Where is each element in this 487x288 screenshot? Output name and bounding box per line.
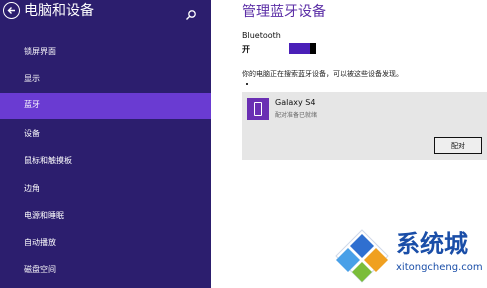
sidebar-item-mouse-touchpad[interactable]: 鼠标和触摸板 [0, 149, 211, 175]
sidebar-item-label: 磁盘空间 [24, 265, 56, 274]
watermark-logo-icon [335, 229, 389, 283]
device-status: 配对准备已就绪 [275, 112, 318, 119]
sidebar-item-power-sleep[interactable]: 电源和睡眠 [0, 204, 211, 230]
sidebar-item-label: 鼠标和触摸板 [24, 156, 72, 165]
sidebar-item-bluetooth[interactable]: 蓝牙 [0, 93, 211, 119]
sidebar-item-lock-screen[interactable]: 锁屏界面 [0, 40, 211, 66]
bluetooth-toggle[interactable] [289, 43, 316, 54]
pair-button[interactable]: 配对 [434, 137, 482, 154]
back-arrow-icon[interactable] [3, 2, 20, 19]
phone-outline [254, 102, 262, 116]
sidebar: 电脑和设备 锁屏界面 显示 蓝牙 设备 鼠标和触摸板 边角 电源和睡眠 自动播放… [0, 0, 211, 288]
device-item[interactable]: Galaxy S4 配对准备已就绪 配对 [242, 92, 487, 160]
bluetooth-state-text: 开 [242, 45, 250, 54]
sidebar-item-label: 设备 [24, 129, 40, 138]
bluetooth-label: Bluetooth [242, 31, 281, 40]
sidebar-item-autoplay[interactable]: 自动播放 [0, 231, 211, 257]
sidebar-item-label: 电源和睡眠 [24, 211, 64, 220]
sidebar-title: 电脑和设备 [24, 3, 94, 19]
watermark: 系统城 xitongcheng.com [334, 228, 487, 288]
search-status-message: 你的电脑正在搜索蓝牙设备，可以被这些设备发现。 [242, 70, 403, 78]
sidebar-item-label: 蓝牙 [24, 100, 40, 109]
progress-dot [246, 83, 248, 85]
search-icon[interactable] [185, 6, 197, 20]
device-name: Galaxy S4 [275, 98, 316, 107]
sidebar-item-label: 锁屏界面 [24, 47, 56, 56]
phone-icon [247, 98, 269, 120]
sidebar-item-devices[interactable]: 设备 [0, 122, 211, 148]
sidebar-item-display[interactable]: 显示 [0, 67, 211, 93]
sidebar-item-label: 自动播放 [24, 238, 56, 247]
watermark-text: 系统城 [396, 230, 468, 258]
sidebar-item-disk-space[interactable]: 磁盘空间 [0, 258, 211, 284]
toggle-knob [310, 43, 316, 54]
sidebar-item-corners[interactable]: 边角 [0, 177, 211, 203]
watermark-url: xitongcheng.com [396, 262, 483, 273]
sidebar-item-label: 显示 [24, 74, 40, 83]
page-title: 管理蓝牙设备 [242, 4, 326, 20]
sidebar-header: 电脑和设备 [0, 0, 211, 26]
sidebar-item-label: 边角 [24, 184, 40, 193]
